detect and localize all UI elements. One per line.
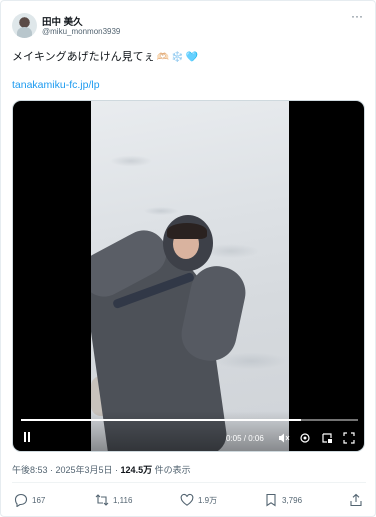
share-icon bbox=[350, 493, 362, 507]
retweet-icon bbox=[95, 494, 109, 506]
tweet-header: 田中 美久 @miku_monmon3939 ··· bbox=[12, 10, 366, 43]
retweet-button[interactable]: 1,116 bbox=[95, 491, 132, 509]
user-handle[interactable]: @miku_monmon3939 bbox=[42, 27, 120, 36]
views-label: 件の表示 bbox=[152, 465, 191, 475]
light-blue-heart-emoji: 🩵 bbox=[185, 52, 199, 63]
settings-icon[interactable] bbox=[299, 431, 311, 443]
like-count: 1.9万 bbox=[198, 495, 218, 505]
video-subject-hair bbox=[167, 223, 207, 239]
video-frame[interactable] bbox=[91, 101, 289, 451]
video-time: 0:05 / 0:06 bbox=[226, 434, 264, 443]
views-count: 124.5万 bbox=[120, 465, 153, 475]
video-progress-bar[interactable] bbox=[21, 419, 358, 421]
more-options-icon[interactable]: ··· bbox=[348, 10, 366, 25]
bookmark-count: 3,796 bbox=[282, 495, 303, 505]
retweet-count: 1,116 bbox=[113, 495, 133, 505]
volume-icon[interactable] bbox=[278, 431, 290, 443]
tweet-text: メイキングあげたけん見てぇ 🫶🏻 ❄️ 🩵 bbox=[12, 48, 366, 64]
reply-button[interactable]: 167 bbox=[14, 491, 45, 509]
avatar[interactable] bbox=[12, 13, 37, 38]
tweet-card: 田中 美久 @miku_monmon3939 ··· メイキングあげたけん見てぇ… bbox=[0, 0, 376, 517]
bookmark-button[interactable]: 3,796 bbox=[264, 491, 302, 509]
video-player[interactable]: 0:05 / 0:06 bbox=[12, 100, 365, 452]
divider bbox=[12, 482, 366, 483]
tweet-link[interactable]: tanakamiku-fc.jp/lp bbox=[12, 79, 100, 91]
tweet-meta: 午後8:53 · 2025年3月5日 · 124.5万 件の表示 bbox=[12, 463, 191, 476]
reply-count: 167 bbox=[32, 495, 46, 505]
heart-icon bbox=[180, 493, 194, 506]
video-controls bbox=[13, 411, 364, 451]
picture-in-picture-icon[interactable] bbox=[321, 431, 333, 443]
action-bar: 167 1,116 1.9万 3,796 bbox=[12, 491, 366, 511]
like-button[interactable]: 1.9万 bbox=[180, 491, 217, 509]
heart-hands-emoji: 🫶🏻 bbox=[156, 52, 170, 63]
reply-icon bbox=[14, 493, 28, 507]
video-progress-fill bbox=[21, 419, 301, 421]
fullscreen-icon[interactable] bbox=[343, 431, 355, 444]
snowflake-emoji: ❄️ bbox=[171, 52, 184, 63]
pause-icon[interactable] bbox=[23, 432, 33, 442]
display-name[interactable]: 田中 美久 bbox=[42, 14, 83, 28]
bookmark-icon bbox=[266, 493, 276, 507]
share-button[interactable] bbox=[349, 491, 367, 509]
tweet-text-body: メイキングあげたけん見てぇ bbox=[12, 51, 155, 63]
timestamp[interactable]: 午後8:53 · 2025年3月5日 · bbox=[12, 465, 121, 475]
